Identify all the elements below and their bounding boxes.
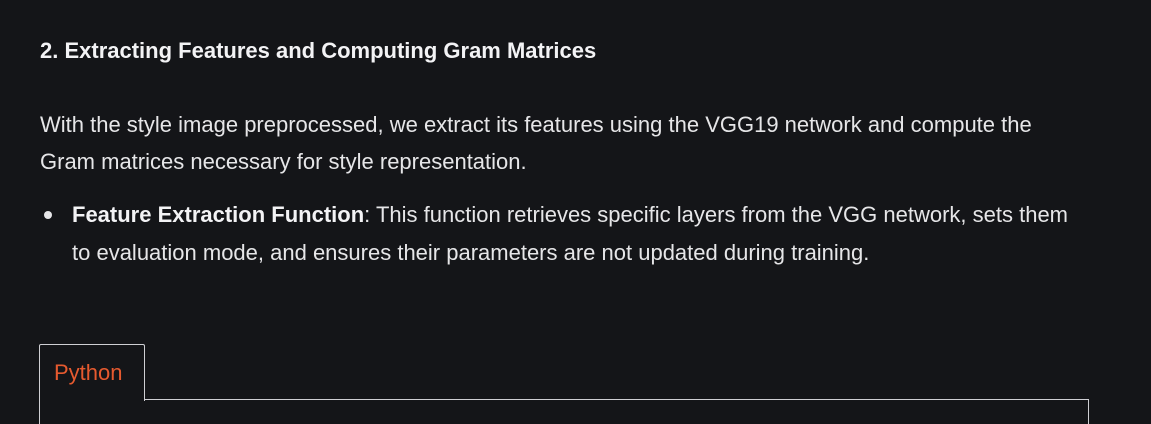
bullet-list: Feature Extraction Function: This functi… <box>40 196 1090 272</box>
code-block-panel <box>39 399 1089 424</box>
bullet-term: Feature Extraction Function <box>72 202 365 227</box>
tab-python-label: Python <box>54 360 123 385</box>
section-heading: 2. Extracting Features and Computing Gra… <box>40 38 597 63</box>
list-item: Feature Extraction Function: This functi… <box>40 196 1090 272</box>
bullet-dot-icon <box>44 211 52 219</box>
intro-paragraph: With the style image preprocessed, we ex… <box>40 112 1032 174</box>
code-language-tab[interactable]: Python <box>39 344 145 401</box>
